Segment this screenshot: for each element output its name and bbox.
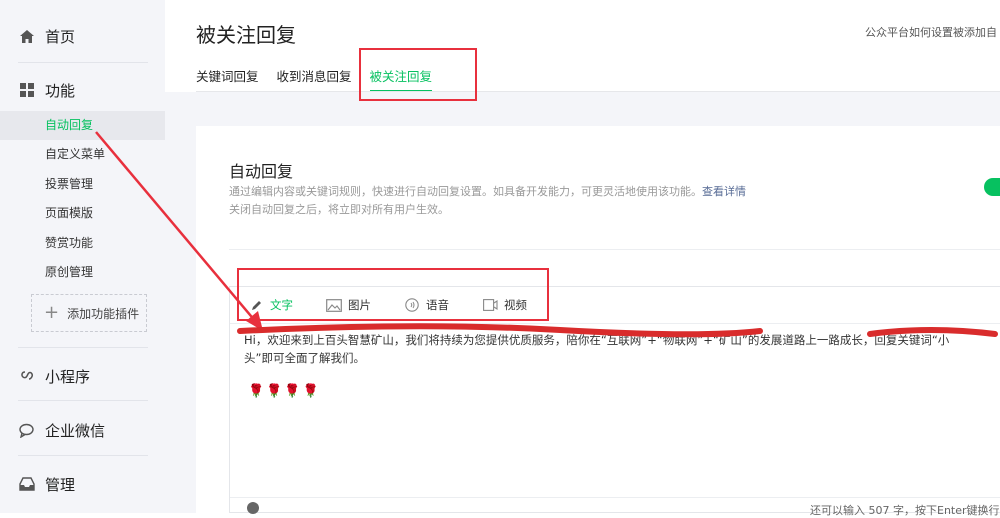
rose-emojis: 🌹🌹🌹🌹 — [248, 384, 321, 399]
nav-miniprogram[interactable]: 小程序 — [0, 364, 165, 388]
details-link[interactable]: 查看详情 — [702, 185, 746, 198]
annotation-box-tab — [359, 48, 477, 101]
description-line-2: 关闭自动回复之后，将立即对所有用户生效。 — [229, 203, 449, 216]
nav-home-label: 首页 — [45, 27, 76, 46]
reply-text-area[interactable]: Hi，欢迎来到上百头智慧矿山，我们将持续为您提供优质服务，陪你在“互联网”+“物… — [244, 331, 994, 367]
description-line-1: 通过编辑内容或关键词规则，快速进行自动回复设置。如具备开发能力，可更灵活地使用该… — [229, 185, 702, 198]
divider — [229, 249, 1000, 250]
nav-manage[interactable]: 管理 — [0, 472, 165, 496]
add-plugin-label: 添加功能插件 — [67, 306, 140, 321]
nav-home[interactable]: 首页 — [0, 24, 165, 48]
reply-text-line-1: Hi，欢迎来到上百头智慧矿山，我们将持续为您提供优质服务，陪你在“互联网”+“物… — [244, 333, 950, 347]
miniprogram-icon — [18, 367, 36, 385]
sidebar-item-page-template[interactable]: 页面模版 — [0, 199, 165, 228]
divider — [18, 62, 148, 63]
help-link[interactable]: 公众平台如何设置被添加自 — [865, 24, 997, 40]
tab-keyword-reply[interactable]: 关键词回复 — [196, 66, 259, 92]
nav-features-label: 功能 — [45, 81, 76, 100]
divider — [18, 455, 148, 456]
editor-footer: 还可以输入 507 字，按下Enter键换行 — [230, 497, 1000, 517]
main-area: 被关注回复 公众平台如何设置被添加自 关键词回复 收到消息回复 被关注回复 自动… — [165, 0, 1000, 517]
emoji-icon[interactable] — [247, 502, 259, 514]
annotation-box-types — [237, 268, 549, 321]
page-header: 被关注回复 公众平台如何设置被添加自 关键词回复 收到消息回复 被关注回复 — [165, 0, 1000, 92]
plus-icon: + — [44, 302, 60, 323]
section-title: 自动回复 — [229, 162, 294, 181]
nav-wework[interactable]: 企业微信 — [0, 418, 165, 442]
inbox-icon — [18, 475, 36, 493]
nav-features[interactable]: 功能 — [0, 78, 165, 102]
sidebar: 首页 功能 自动回复 自定义菜单 投票管理 页面模版 赞赏功能 原创管理 + 添… — [0, 0, 165, 513]
sidebar-item-custom-menu[interactable]: 自定义菜单 — [0, 140, 165, 169]
grid-icon — [18, 81, 36, 99]
divider — [18, 347, 148, 348]
reply-text-line-2: 头”即可全面了解我们。 — [244, 351, 365, 365]
home-icon — [18, 27, 36, 45]
sidebar-item-original[interactable]: 原创管理 — [0, 258, 165, 287]
section-description: 通过编辑内容或关键词规则，快速进行自动回复设置。如具备开发能力，可更灵活地使用该… — [229, 183, 746, 219]
sidebar-item-reward[interactable]: 赞赏功能 — [0, 229, 165, 258]
divider — [18, 400, 148, 401]
chat-icon — [18, 421, 36, 439]
nav-manage-label: 管理 — [45, 475, 76, 494]
char-counter: 还可以输入 507 字，按下Enter键换行 — [810, 504, 1000, 517]
add-plugin-button[interactable]: + 添加功能插件 — [31, 294, 147, 332]
tab-divider — [196, 91, 1000, 92]
sidebar-item-auto-reply[interactable]: 自动回复 — [0, 111, 165, 140]
sidebar-item-vote[interactable]: 投票管理 — [0, 170, 165, 199]
nav-wework-label: 企业微信 — [45, 421, 106, 440]
nav-miniprogram-label: 小程序 — [45, 367, 91, 386]
auto-reply-toggle[interactable] — [984, 178, 1000, 196]
page-title: 被关注回复 — [196, 23, 296, 47]
tab-message-reply[interactable]: 收到消息回复 — [277, 66, 352, 92]
